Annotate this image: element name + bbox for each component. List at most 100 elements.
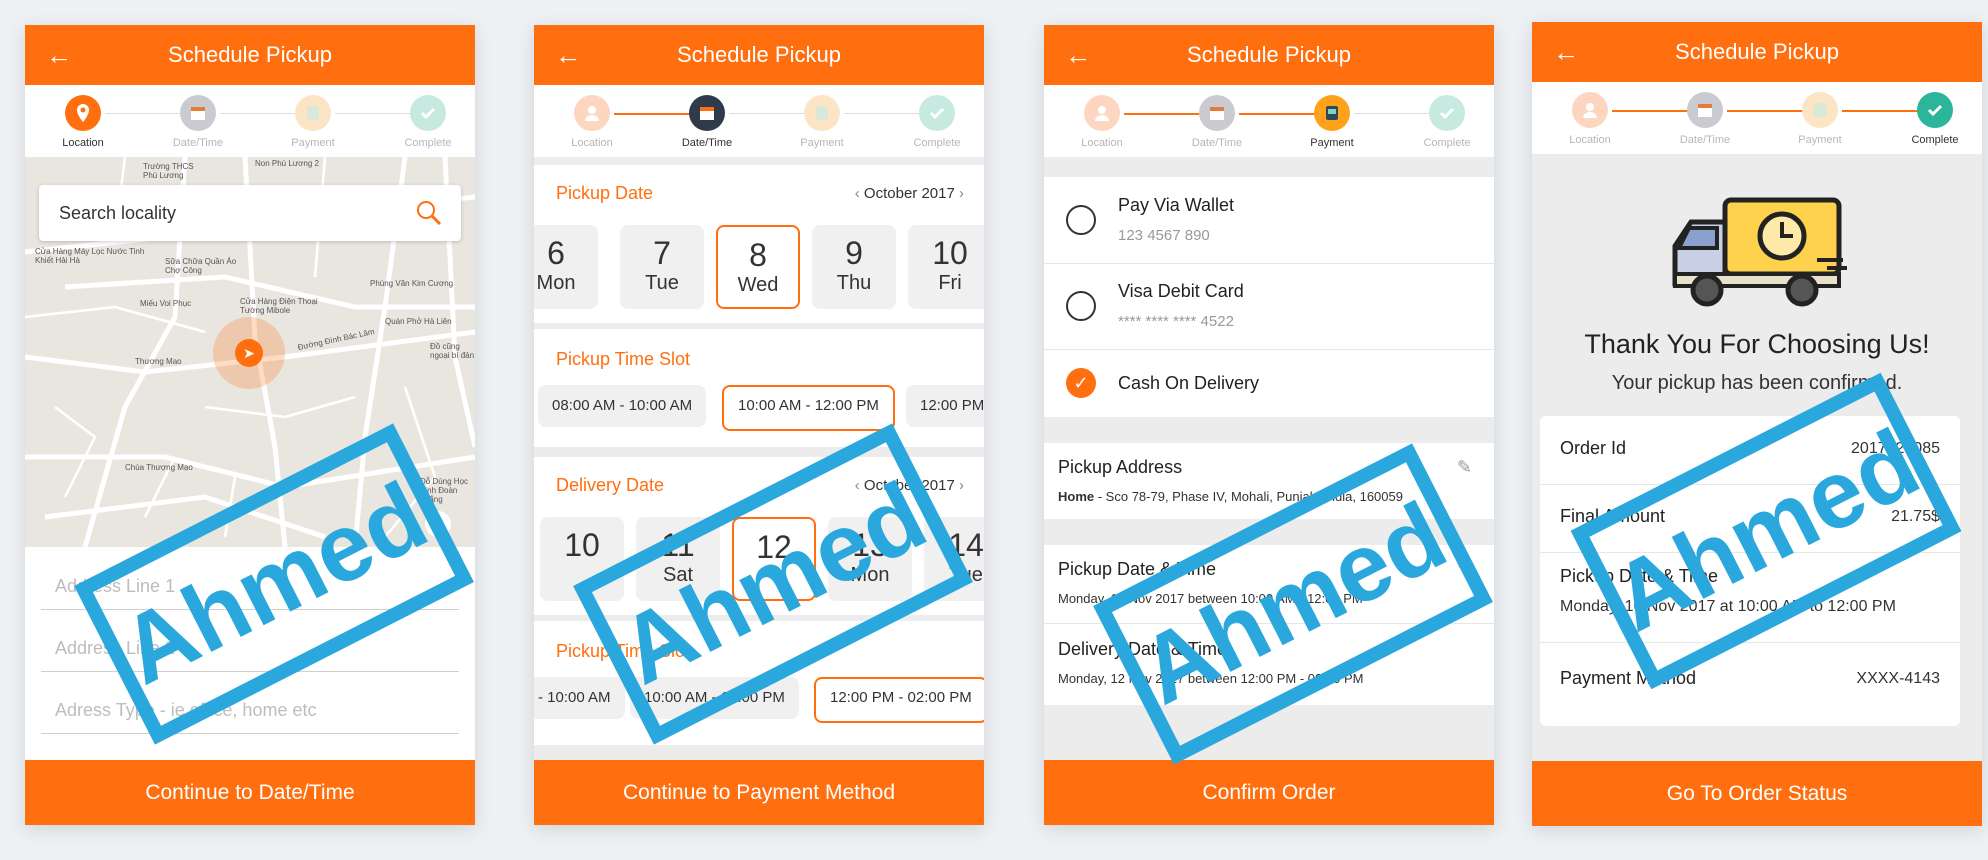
step-payment[interactable]: Payment [1292, 95, 1372, 149]
page-title: Schedule Pickup [168, 42, 332, 67]
step-location[interactable]: Location [1550, 92, 1630, 146]
location-marker[interactable]: ➤ [213, 317, 285, 389]
date-weekday: Mon [850, 564, 890, 586]
order-status-button[interactable]: Go To Order Status [1532, 761, 1982, 826]
date-weekday: Sat [662, 564, 694, 586]
date-item[interactable]: 7 Tue [620, 225, 704, 309]
step-payment[interactable]: Payment [273, 95, 353, 149]
address-field-2[interactable]: Address Line 2 [41, 625, 459, 672]
step-datetime[interactable]: Date/Time [667, 95, 747, 149]
map-label: Cửa Hàng Điện Thoại Tường Mibole [240, 297, 318, 315]
date-item[interactable]: 10 Fri [908, 225, 984, 309]
time-slot[interactable]: - 10:00 AM [534, 677, 625, 719]
time-slot[interactable]: 10:00 AM - 12:00 PM [630, 677, 799, 719]
month-label: October 2017 [863, 477, 955, 494]
map[interactable]: Trường THCS Phù Lương Non Phù Lương 2 Cử… [25, 157, 475, 547]
step-complete[interactable]: Complete [1895, 92, 1975, 146]
check-icon [1429, 95, 1465, 131]
radio-button[interactable] [1066, 205, 1096, 235]
step-label: Payment [1310, 137, 1354, 149]
stepper: Location Date/Time Payment Complete [1044, 85, 1494, 157]
date-item[interactable]: 11 Sat [636, 517, 720, 601]
check-icon[interactable]: ✓ [1066, 368, 1096, 398]
search-input[interactable]: Search locality [59, 185, 176, 241]
divider [1540, 552, 1960, 553]
step-datetime[interactable]: Date/Time [1665, 92, 1745, 146]
chevron-right-icon[interactable]: › [959, 477, 964, 494]
pickup-value: Monday, 10 Nov 2017 at 10:00 AM to 12:00… [1560, 598, 1896, 615]
pencil-icon[interactable]: ✎ [1457, 559, 1472, 580]
step-complete[interactable]: Complete [1407, 95, 1487, 149]
step-location[interactable]: Location [1062, 95, 1142, 149]
app-bar: ← Schedule Pickup [25, 25, 475, 85]
step-payment[interactable]: Payment [782, 95, 862, 149]
continue-payment-button[interactable]: Continue to Payment Method [534, 760, 984, 825]
payment-option[interactable]: Visa Debit Card **** **** **** 4522 [1044, 263, 1494, 349]
screen-location: ← Schedule Pickup Location Date/Time Pay… [25, 25, 475, 825]
continue-datetime-button[interactable]: Continue to Date/Time [25, 760, 475, 825]
step-datetime[interactable]: Date/Time [1177, 95, 1257, 149]
address-field-1[interactable]: Address Line 1 [41, 563, 459, 610]
amount-label: Final Amount [1560, 506, 1666, 526]
search-bar[interactable]: Search locality [39, 185, 461, 241]
month-selector[interactable]: ‹ October 2017 › [855, 477, 964, 494]
address-type-field[interactable]: Adress Type - ie office, home etc [41, 687, 459, 734]
delivery-slot-card: Pickup Time Slot - 10:00 AM 10:00 AM - 1… [534, 621, 984, 745]
date-item[interactable]: 10 [540, 517, 624, 601]
map-label: Quán Phở Hà Liên [385, 317, 452, 326]
date-item[interactable]: 14 Tue [924, 517, 984, 601]
slot-strip: 08:00 AM - 10:00 AM 10:00 AM - 12:00 PM … [534, 385, 984, 431]
step-complete[interactable]: Complete [897, 95, 977, 149]
screen-datetime: ← Schedule Pickup Location Date/Time Pay… [534, 25, 984, 825]
user-avatar-icon [574, 95, 610, 131]
step-label: Location [1081, 137, 1123, 149]
step-label: Date/Time [1191, 137, 1243, 149]
locate-me-icon[interactable]: ⊕ [425, 511, 451, 537]
time-slot-selected[interactable]: 10:00 AM - 12:00 PM [722, 385, 895, 431]
divider [1044, 623, 1494, 624]
search-icon[interactable] [415, 199, 443, 227]
step-location[interactable]: Location [43, 95, 123, 149]
user-avatar-icon [1572, 92, 1608, 128]
screen-complete: ← Schedule Pickup Location Date/Time Pay… [1532, 22, 1982, 826]
payment-icon [295, 95, 331, 131]
pencil-icon[interactable]: ✎ [1457, 457, 1472, 478]
pickup-date-card: Pickup Date ‹ October 2017 › 6 Mon 7 Tue 8… [534, 165, 984, 323]
time-slot[interactable]: 12:00 PM [906, 385, 984, 427]
step-location[interactable]: Location [552, 95, 632, 149]
time-slot[interactable]: 08:00 AM - 10:00 AM [538, 385, 707, 427]
step-complete[interactable]: Complete [388, 95, 468, 149]
address-type: Home [1058, 489, 1095, 504]
confirm-order-button[interactable]: Confirm Order [1044, 760, 1494, 825]
step-payment[interactable]: Payment [1780, 92, 1860, 146]
map-label: Trường THCS Phù Lương [143, 162, 194, 180]
confirmation-text: Your pickup has been confirmed. [1611, 372, 1903, 394]
navigation-arrow-icon: ➤ [235, 339, 263, 367]
check-icon [919, 95, 955, 131]
payment-option[interactable]: Pay Via Wallet 123 4567 890 [1044, 177, 1494, 263]
time-slot-selected[interactable]: 12:00 PM - 02:00 PM [814, 677, 984, 723]
date-item[interactable]: 9 Thu [812, 225, 896, 309]
radio-button[interactable] [1066, 291, 1096, 321]
date-weekday: Wed [737, 274, 779, 296]
payment-options-card: Pay Via Wallet 123 4567 890 Visa Debit C… [1044, 177, 1494, 417]
step-label: Payment [1798, 134, 1842, 146]
calendar-icon [689, 95, 725, 131]
slot-strip: - 10:00 AM 10:00 AM - 12:00 PM 12:00 PM … [534, 677, 984, 723]
date-item-selected[interactable]: 12 [732, 517, 816, 601]
month-selector[interactable]: ‹ October 2017 › [855, 185, 964, 202]
page-title: Schedule Pickup [1675, 39, 1839, 64]
date-item[interactable]: 6 Mon [534, 225, 598, 309]
calendar-icon [1687, 92, 1723, 128]
payment-method-value: XXXX-4143 [1856, 670, 1940, 687]
stepper: Location Date/Time Payment Complete [25, 85, 475, 157]
date-item-selected[interactable]: 8 Wed [716, 225, 800, 309]
date-item[interactable]: 13 Mon [828, 517, 912, 601]
chevron-left-icon[interactable]: ‹ [855, 185, 860, 202]
payment-option-selected[interactable]: ✓ Cash On Delivery [1044, 349, 1494, 417]
step-datetime[interactable]: Date/Time [158, 95, 238, 149]
chevron-left-icon[interactable]: ‹ [855, 477, 860, 494]
pickup-date-title: Pickup Date [556, 183, 654, 203]
option-sub: 123 4567 890 [1118, 227, 1210, 244]
chevron-right-icon[interactable]: › [959, 185, 964, 202]
